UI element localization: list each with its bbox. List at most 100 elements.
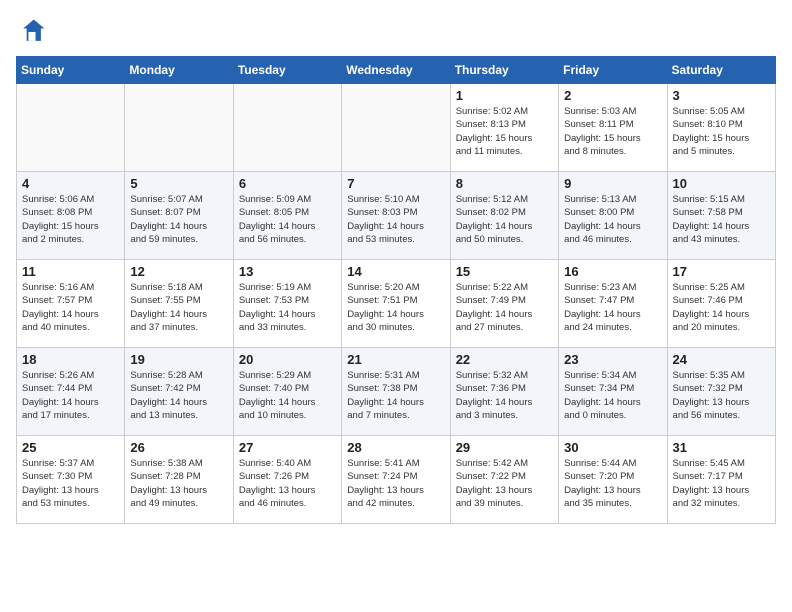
day-info: Sunrise: 5:28 AM Sunset: 7:42 PM Dayligh…	[130, 369, 227, 422]
calendar-table: SundayMondayTuesdayWednesdayThursdayFrid…	[16, 56, 776, 524]
calendar-cell: 12 Sunrise: 5:18 AM Sunset: 7:55 PM Dayli…	[125, 260, 233, 348]
calendar-cell: 6Sunrise: 5:09 AM Sunset: 8:05 PM Daylig…	[233, 172, 341, 260]
calendar-cell: 25 Sunrise: 5:37 AM Sunset: 7:30 PM Dayli…	[17, 436, 125, 524]
day-number: 19	[130, 352, 227, 367]
page-header	[16, 16, 776, 48]
calendar-cell: 5 Sunrise: 5:07 AM Sunset: 8:07 PM Daylig…	[125, 172, 233, 260]
day-number: 4	[22, 176, 119, 191]
header-sunday: Sunday	[17, 57, 125, 84]
calendar-cell: 29 Sunrise: 5:42 AM Sunset: 7:22 PM Dayli…	[450, 436, 558, 524]
day-number: 21	[347, 352, 444, 367]
calendar-week-row: 4 Sunrise: 5:06 AM Sunset: 8:08 PM Daylig…	[17, 172, 776, 260]
day-number: 5	[130, 176, 227, 191]
calendar-cell: 1Sunrise: 5:02 AM Sunset: 8:13 PM Daylig…	[450, 84, 558, 172]
calendar-cell: 4 Sunrise: 5:06 AM Sunset: 8:08 PM Daylig…	[17, 172, 125, 260]
day-info: Sunrise: 5:07 AM Sunset: 8:07 PM Dayligh…	[130, 193, 227, 246]
calendar-cell: 26 Sunrise: 5:38 AM Sunset: 7:28 PM Dayli…	[125, 436, 233, 524]
day-number: 20	[239, 352, 336, 367]
day-number: 11	[22, 264, 119, 279]
calendar-header-row: SundayMondayTuesdayWednesdayThursdayFrid…	[17, 57, 776, 84]
calendar-cell: 15 Sunrise: 5:22 AM Sunset: 7:49 PM Dayli…	[450, 260, 558, 348]
day-number: 14	[347, 264, 444, 279]
calendar-cell: 10 Sunrise: 5:15 AM Sunset: 7:58 PM Dayli…	[667, 172, 775, 260]
calendar-cell: 24 Sunrise: 5:35 AM Sunset: 7:32 PM Dayli…	[667, 348, 775, 436]
day-number: 9	[564, 176, 661, 191]
day-number: 26	[130, 440, 227, 455]
day-info: Sunrise: 5:09 AM Sunset: 8:05 PM Dayligh…	[239, 193, 336, 246]
day-info: Sunrise: 5:23 AM Sunset: 7:47 PM Dayligh…	[564, 281, 661, 334]
calendar-cell	[17, 84, 125, 172]
day-info: Sunrise: 5:35 AM Sunset: 7:32 PM Dayligh…	[673, 369, 770, 422]
calendar-cell: 23 Sunrise: 5:34 AM Sunset: 7:34 PM Dayli…	[559, 348, 667, 436]
day-info: Sunrise: 5:16 AM Sunset: 7:57 PM Dayligh…	[22, 281, 119, 334]
day-info: Sunrise: 5:26 AM Sunset: 7:44 PM Dayligh…	[22, 369, 119, 422]
header-tuesday: Tuesday	[233, 57, 341, 84]
calendar-cell	[125, 84, 233, 172]
header-thursday: Thursday	[450, 57, 558, 84]
calendar-cell	[342, 84, 450, 172]
calendar-cell: 7Sunrise: 5:10 AM Sunset: 8:03 PM Daylig…	[342, 172, 450, 260]
calendar-cell: 20Sunrise: 5:29 AM Sunset: 7:40 PM Dayli…	[233, 348, 341, 436]
calendar-cell: 21 Sunrise: 5:31 AM Sunset: 7:38 PM Dayli…	[342, 348, 450, 436]
logo-icon	[16, 16, 48, 48]
day-info: Sunrise: 5:44 AM Sunset: 7:20 PM Dayligh…	[564, 457, 661, 510]
day-info: Sunrise: 5:40 AM Sunset: 7:26 PM Dayligh…	[239, 457, 336, 510]
day-info: Sunrise: 5:13 AM Sunset: 8:00 PM Dayligh…	[564, 193, 661, 246]
day-info: Sunrise: 5:42 AM Sunset: 7:22 PM Dayligh…	[456, 457, 553, 510]
day-info: Sunrise: 5:02 AM Sunset: 8:13 PM Dayligh…	[456, 105, 553, 158]
day-number: 30	[564, 440, 661, 455]
day-info: Sunrise: 5:22 AM Sunset: 7:49 PM Dayligh…	[456, 281, 553, 334]
calendar-cell: 28 Sunrise: 5:41 AM Sunset: 7:24 PM Dayli…	[342, 436, 450, 524]
day-info: Sunrise: 5:37 AM Sunset: 7:30 PM Dayligh…	[22, 457, 119, 510]
day-number: 12	[130, 264, 227, 279]
day-number: 29	[456, 440, 553, 455]
header-monday: Monday	[125, 57, 233, 84]
header-saturday: Saturday	[667, 57, 775, 84]
calendar-cell: 8Sunrise: 5:12 AM Sunset: 8:02 PM Daylig…	[450, 172, 558, 260]
day-info: Sunrise: 5:15 AM Sunset: 7:58 PM Dayligh…	[673, 193, 770, 246]
calendar-week-row: 18 Sunrise: 5:26 AM Sunset: 7:44 PM Dayli…	[17, 348, 776, 436]
day-info: Sunrise: 5:06 AM Sunset: 8:08 PM Dayligh…	[22, 193, 119, 246]
day-info: Sunrise: 5:45 AM Sunset: 7:17 PM Dayligh…	[673, 457, 770, 510]
day-number: 23	[564, 352, 661, 367]
day-number: 28	[347, 440, 444, 455]
day-number: 3	[673, 88, 770, 103]
day-number: 10	[673, 176, 770, 191]
day-number: 18	[22, 352, 119, 367]
calendar-cell: 14Sunrise: 5:20 AM Sunset: 7:51 PM Dayli…	[342, 260, 450, 348]
day-number: 27	[239, 440, 336, 455]
calendar-cell: 11 Sunrise: 5:16 AM Sunset: 7:57 PM Dayli…	[17, 260, 125, 348]
calendar-cell: 2Sunrise: 5:03 AM Sunset: 8:11 PM Daylig…	[559, 84, 667, 172]
calendar-cell: 27 Sunrise: 5:40 AM Sunset: 7:26 PM Dayli…	[233, 436, 341, 524]
day-info: Sunrise: 5:18 AM Sunset: 7:55 PM Dayligh…	[130, 281, 227, 334]
day-info: Sunrise: 5:25 AM Sunset: 7:46 PM Dayligh…	[673, 281, 770, 334]
day-info: Sunrise: 5:31 AM Sunset: 7:38 PM Dayligh…	[347, 369, 444, 422]
calendar-cell: 9 Sunrise: 5:13 AM Sunset: 8:00 PM Daylig…	[559, 172, 667, 260]
day-number: 24	[673, 352, 770, 367]
day-info: Sunrise: 5:38 AM Sunset: 7:28 PM Dayligh…	[130, 457, 227, 510]
calendar-cell: 18 Sunrise: 5:26 AM Sunset: 7:44 PM Dayli…	[17, 348, 125, 436]
day-number: 15	[456, 264, 553, 279]
day-number: 13	[239, 264, 336, 279]
calendar-week-row: 1Sunrise: 5:02 AM Sunset: 8:13 PM Daylig…	[17, 84, 776, 172]
calendar-cell	[233, 84, 341, 172]
day-number: 25	[22, 440, 119, 455]
day-info: Sunrise: 5:41 AM Sunset: 7:24 PM Dayligh…	[347, 457, 444, 510]
day-number: 31	[673, 440, 770, 455]
day-number: 2	[564, 88, 661, 103]
day-info: Sunrise: 5:05 AM Sunset: 8:10 PM Dayligh…	[673, 105, 770, 158]
header-friday: Friday	[559, 57, 667, 84]
calendar-cell: 3 Sunrise: 5:05 AM Sunset: 8:10 PM Daylig…	[667, 84, 775, 172]
day-number: 8	[456, 176, 553, 191]
day-number: 16	[564, 264, 661, 279]
calendar-cell: 17Sunrise: 5:25 AM Sunset: 7:46 PM Dayli…	[667, 260, 775, 348]
logo	[16, 16, 52, 48]
day-number: 7	[347, 176, 444, 191]
calendar-cell: 16 Sunrise: 5:23 AM Sunset: 7:47 PM Dayli…	[559, 260, 667, 348]
header-wednesday: Wednesday	[342, 57, 450, 84]
day-info: Sunrise: 5:32 AM Sunset: 7:36 PM Dayligh…	[456, 369, 553, 422]
calendar-cell: 22Sunrise: 5:32 AM Sunset: 7:36 PM Dayli…	[450, 348, 558, 436]
day-info: Sunrise: 5:19 AM Sunset: 7:53 PM Dayligh…	[239, 281, 336, 334]
calendar-week-row: 25 Sunrise: 5:37 AM Sunset: 7:30 PM Dayli…	[17, 436, 776, 524]
day-info: Sunrise: 5:34 AM Sunset: 7:34 PM Dayligh…	[564, 369, 661, 422]
